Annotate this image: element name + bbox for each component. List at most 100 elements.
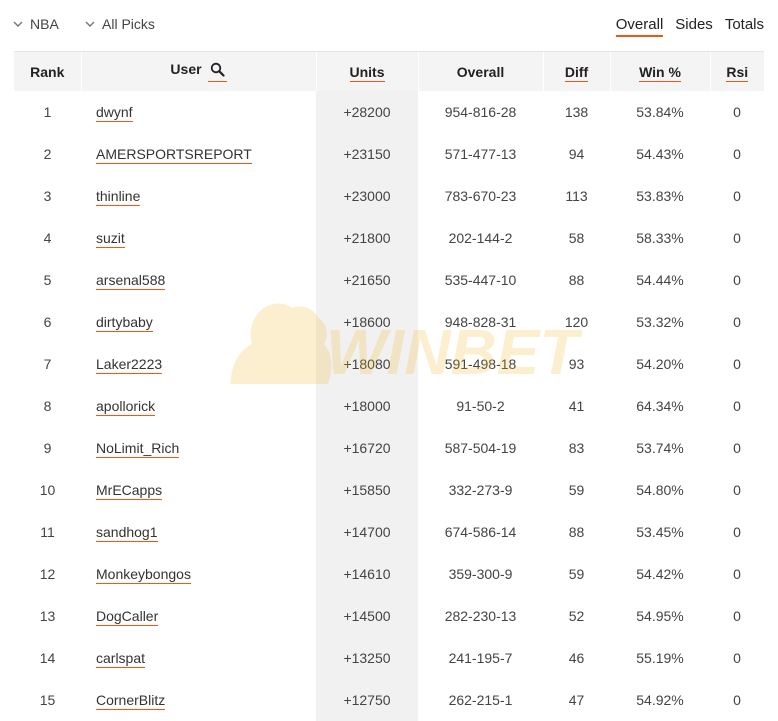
user-cell: suzit bbox=[81, 217, 316, 259]
diff-header-label[interactable]: Diff bbox=[564, 63, 589, 82]
rank-cell: 15 bbox=[39, 692, 56, 708]
units-header-label[interactable]: Units bbox=[349, 63, 385, 82]
diff-cell: 120 bbox=[564, 314, 589, 330]
table-row: 1 dwynf +28200 954-816-28 138 53.84% 0 bbox=[14, 91, 764, 133]
overall-cell: 948-828-31 bbox=[444, 314, 517, 330]
user-profile-link[interactable]: thinline bbox=[96, 188, 141, 206]
rsi-cell: 0 bbox=[733, 356, 741, 372]
user-profile-link[interactable]: DogCaller bbox=[96, 608, 159, 626]
chevron-down-icon bbox=[13, 21, 23, 27]
win-pct-cell: 58.33% bbox=[636, 230, 684, 246]
rank-cell: 8 bbox=[43, 398, 52, 414]
diff-cell: 58 bbox=[568, 230, 585, 246]
win-header-label[interactable]: Win % bbox=[639, 63, 681, 82]
rsi-cell: 0 bbox=[733, 650, 741, 666]
user-profile-link[interactable]: AMERSPORTSREPORT bbox=[96, 146, 252, 164]
win-pct-cell: 54.20% bbox=[636, 356, 684, 372]
overall-cell: 262-215-1 bbox=[448, 692, 513, 708]
user-cell: dwynf bbox=[81, 91, 316, 133]
user-cell: apollorick bbox=[81, 385, 316, 427]
win-pct-cell: 64.34% bbox=[636, 398, 684, 414]
overall-cell: 571-477-13 bbox=[444, 146, 517, 162]
rank-cell: 3 bbox=[43, 188, 52, 204]
search-icon[interactable] bbox=[207, 62, 227, 82]
rank-cell: 7 bbox=[43, 356, 52, 372]
user-cell: carlspat bbox=[81, 637, 316, 679]
tab-totals[interactable]: Totals bbox=[725, 16, 764, 37]
table-row: 4 suzit +21800 202-144-2 58 58.33% 0 bbox=[14, 217, 764, 259]
overall-cell: 282-230-13 bbox=[444, 608, 517, 624]
rsi-cell: 0 bbox=[733, 482, 741, 498]
units-cell: +21800 bbox=[316, 217, 418, 259]
user-profile-link[interactable]: arsenal588 bbox=[96, 272, 166, 290]
win-pct-cell: 54.44% bbox=[636, 272, 684, 288]
picks-filter-dropdown[interactable]: All Picks bbox=[84, 16, 155, 32]
user-cell: MrECapps bbox=[81, 469, 316, 511]
user-profile-link[interactable]: dwynf bbox=[96, 104, 133, 122]
diff-cell: 46 bbox=[568, 650, 585, 666]
overall-cell: 587-504-19 bbox=[444, 440, 517, 456]
user-header-label: User bbox=[170, 61, 202, 77]
overall-cell: 591-498-18 bbox=[444, 356, 517, 372]
user-cell: Laker2223 bbox=[81, 343, 316, 385]
column-header-rsi[interactable]: Rsi bbox=[709, 51, 764, 91]
rank-header-label: Rank bbox=[30, 63, 65, 80]
tab-overall[interactable]: Overall bbox=[615, 16, 664, 37]
user-profile-link[interactable]: MrECapps bbox=[96, 482, 163, 500]
user-cell: Monkeybongos bbox=[81, 553, 316, 595]
diff-cell: 88 bbox=[568, 272, 585, 288]
table-row: 5 arsenal588 +21650 535-447-10 88 54.44% 0 bbox=[14, 259, 764, 301]
sport-filter-dropdown[interactable]: NBA bbox=[12, 16, 59, 32]
column-header-overall: Overall bbox=[417, 51, 543, 91]
rsi-cell: 0 bbox=[733, 692, 741, 708]
user-profile-link[interactable]: Monkeybongos bbox=[96, 566, 191, 584]
column-header-user: User bbox=[80, 51, 316, 91]
rsi-header-label[interactable]: Rsi bbox=[726, 63, 749, 82]
user-profile-link[interactable]: sandhog1 bbox=[96, 524, 158, 542]
win-pct-cell: 55.19% bbox=[636, 650, 684, 666]
diff-cell: 41 bbox=[568, 398, 585, 414]
rank-cell: 2 bbox=[43, 146, 52, 162]
overall-cell: 954-816-28 bbox=[444, 104, 517, 120]
user-profile-link[interactable]: Laker2223 bbox=[96, 356, 163, 374]
user-profile-link[interactable]: suzit bbox=[96, 230, 125, 248]
rank-cell: 12 bbox=[39, 566, 56, 582]
user-cell: sandhog1 bbox=[81, 511, 316, 553]
rsi-cell: 0 bbox=[733, 608, 741, 624]
diff-cell: 94 bbox=[568, 146, 585, 162]
units-cell: +18080 bbox=[316, 343, 418, 385]
rsi-cell: 0 bbox=[733, 272, 741, 288]
diff-cell: 59 bbox=[568, 482, 585, 498]
user-profile-link[interactable]: apollorick bbox=[96, 398, 156, 416]
win-pct-cell: 54.43% bbox=[636, 146, 684, 162]
user-cell: arsenal588 bbox=[81, 259, 316, 301]
diff-cell: 88 bbox=[568, 524, 585, 540]
units-cell: +18600 bbox=[316, 301, 418, 343]
column-header-win[interactable]: Win % bbox=[609, 51, 710, 91]
user-profile-link[interactable]: CornerBlitz bbox=[96, 692, 166, 710]
column-header-diff[interactable]: Diff bbox=[542, 51, 610, 91]
column-header-units[interactable]: Units bbox=[315, 51, 418, 91]
user-profile-link[interactable]: NoLimit_Rich bbox=[96, 440, 180, 458]
user-cell: CornerBlitz bbox=[81, 679, 316, 721]
rank-cell: 9 bbox=[43, 440, 52, 456]
user-profile-link[interactable]: dirtybaby bbox=[96, 314, 153, 332]
top-bar: NBA All Picks Overall Sides Totals bbox=[0, 0, 778, 50]
picks-filter-label: All Picks bbox=[102, 16, 155, 32]
table-row: 7 Laker2223 +18080 591-498-18 93 54.20% 0 bbox=[14, 343, 764, 385]
user-profile-link[interactable]: carlspat bbox=[96, 650, 146, 668]
diff-cell: 47 bbox=[568, 692, 585, 708]
user-cell: thinline bbox=[81, 175, 316, 217]
table-row: 15 CornerBlitz +12750 262-215-1 47 54.92% 0 bbox=[14, 679, 764, 721]
rank-cell: 13 bbox=[39, 608, 56, 624]
table-row: 2 AMERSPORTSREPORT +23150 571-477-13 94 54.43… bbox=[14, 133, 764, 175]
diff-cell: 93 bbox=[568, 356, 585, 372]
table-row: 10 MrECapps +15850 332-273-9 59 54.80% 0 bbox=[14, 469, 764, 511]
overall-cell: 241-195-7 bbox=[448, 650, 513, 666]
column-header-rank: Rank bbox=[14, 51, 81, 91]
tab-sides[interactable]: Sides bbox=[675, 16, 713, 37]
units-cell: +28200 bbox=[316, 91, 418, 133]
diff-cell: 59 bbox=[568, 566, 585, 582]
table-row: 13 DogCaller +14500 282-230-13 52 54.95% 0 bbox=[14, 595, 764, 637]
table-row: 8 apollorick +18000 91-50-2 41 64.34% 0 bbox=[14, 385, 764, 427]
